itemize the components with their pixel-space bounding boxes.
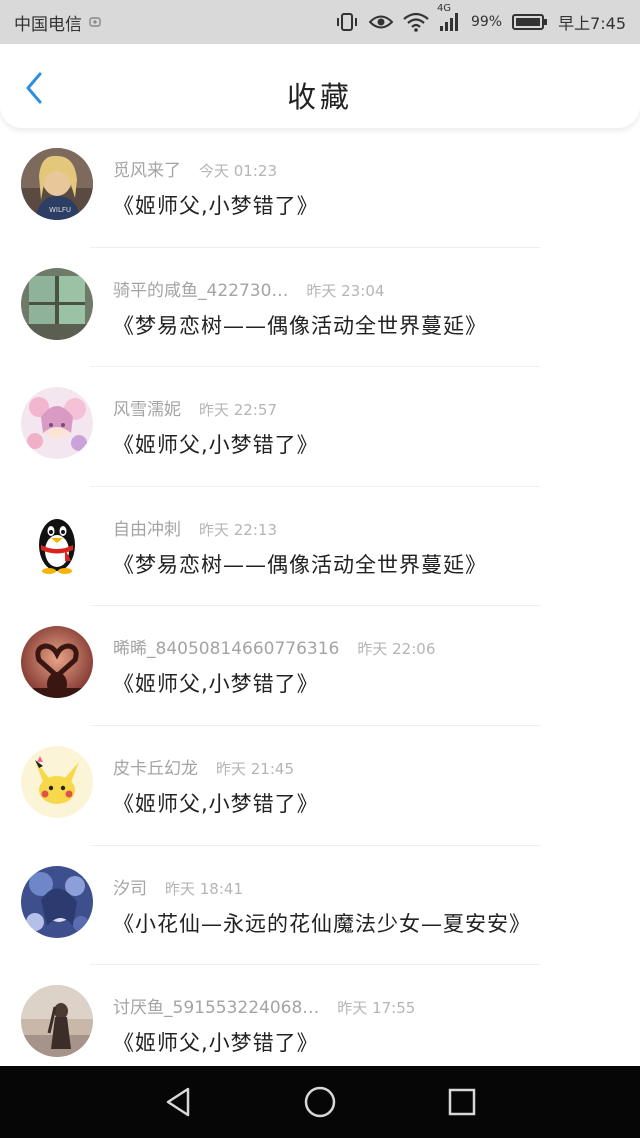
- item-meta: 骑平的咸鱼_422730… 昨天 23:04: [113, 276, 384, 301]
- notification-icon: [88, 15, 102, 29]
- timestamp: 昨天 21:45: [216, 759, 294, 778]
- favorite-title[interactable]: 《姬师父,小梦错了》: [113, 190, 319, 220]
- avatar[interactable]: [21, 745, 93, 818]
- timestamp: 昨天 23:04: [306, 281, 385, 300]
- list-item[interactable]: 皮卡丘幻龙 昨天 21:45 《姬师父,小梦错了》: [0, 726, 640, 846]
- list-item[interactable]: 骑平的咸鱼_422730… 昨天 23:04 《梦易恋树——偶像活动全世界蔓延》: [0, 248, 640, 368]
- nav-home-button[interactable]: [302, 1084, 338, 1120]
- timestamp: 今天 01:23: [199, 162, 277, 180]
- item-meta: 晞晞_84050814660776316 昨天 22:06: [113, 634, 435, 659]
- avatar-anime-blue-icon: [21, 865, 93, 938]
- list-item[interactable]: 晞晞_84050814660776316 昨天 22:06 《姬师父,小梦错了》: [0, 606, 640, 726]
- status-left: 中国电信: [14, 10, 102, 35]
- nav-back-button[interactable]: [160, 1084, 196, 1120]
- timestamp: 昨天 17:55: [337, 999, 416, 1018]
- timestamp: 昨天 22:57: [199, 401, 277, 420]
- author-name[interactable]: 自由冲刺: [113, 520, 181, 540]
- list-item[interactable]: WILFU 觅风来了 今天 01:23 《姬师父,小梦错了》: [0, 128, 640, 248]
- author-name[interactable]: 晞晞_84050814660776316: [113, 639, 339, 659]
- favorite-title[interactable]: 《姬师父,小梦错了》: [113, 788, 319, 818]
- author-name[interactable]: 风雪濡妮: [113, 400, 181, 420]
- item-meta: 自由冲刺 昨天 22:13: [113, 515, 277, 540]
- list-item[interactable]: 自由冲刺 昨天 22:13 《梦易恋树——偶像活动全世界蔓延》: [0, 487, 640, 607]
- page-title: 收藏: [286, 80, 353, 114]
- wifi-icon: [403, 12, 429, 32]
- avatar-heart-sunset-icon: [21, 626, 93, 699]
- list-item[interactable]: 风雪濡妮 昨天 22:57 《姬师父,小梦错了》: [0, 367, 640, 487]
- signal-icon: 4G: [437, 3, 461, 32]
- status-right: 4G 99% 早上7:45: [335, 3, 626, 34]
- list-item[interactable]: 讨厌鱼_591553224068… 昨天 17:55 《姬师父,小梦错了》: [0, 965, 640, 1066]
- avatar[interactable]: [21, 267, 93, 340]
- favorites-list[interactable]: WILFU 觅风来了 今天 01:23 《姬师父,小梦错了》 骑平的咸鱼_4227…: [0, 128, 640, 1066]
- eye-comfort-icon: [368, 13, 393, 31]
- item-meta: 觅风来了 今天 01:23: [113, 156, 277, 181]
- item-meta: 讨厌鱼_591553224068… 昨天 17:55: [113, 993, 415, 1018]
- network-type-label: 4G: [436, 3, 452, 14]
- battery-icon: [512, 13, 548, 31]
- author-name[interactable]: 骑平的咸鱼_422730…: [113, 281, 288, 301]
- item-meta: 汐司 昨天 18:41: [113, 874, 243, 899]
- svg-text:WILFU: WILFU: [49, 206, 71, 214]
- battery-percent: 99%: [470, 14, 503, 30]
- favorite-title[interactable]: 《姬师父,小梦错了》: [113, 668, 319, 698]
- avatar-room-photo-icon: [21, 267, 93, 340]
- avatar-girl-photo-icon: WILFU: [21, 148, 93, 220]
- item-meta: 皮卡丘幻龙 昨天 21:45: [113, 754, 294, 779]
- circle-home-icon: [304, 1086, 336, 1118]
- avatar[interactable]: [21, 626, 93, 699]
- triangle-back-icon: [166, 1087, 190, 1117]
- avatar[interactable]: WILFU: [21, 148, 93, 220]
- favorite-title[interactable]: 《姬师父,小梦错了》: [113, 1027, 319, 1057]
- avatar-anime-pink-icon: [21, 387, 93, 460]
- square-recents-icon: [448, 1088, 476, 1116]
- avatar[interactable]: [21, 506, 93, 579]
- clock: 早上7:45: [558, 14, 626, 33]
- timestamp: 昨天 18:41: [165, 879, 243, 898]
- author-name[interactable]: 皮卡丘幻龙: [113, 759, 198, 779]
- timestamp: 昨天 22:13: [199, 520, 277, 539]
- qq-penguin-icon: [21, 506, 93, 579]
- avatar[interactable]: [21, 985, 93, 1058]
- list-item[interactable]: 汐司 昨天 18:41 《小花仙—永远的花仙魔法少女—夏安安》: [0, 846, 640, 966]
- avatar-beach-girl-icon: [21, 985, 93, 1058]
- pikachu-icon: [21, 745, 93, 818]
- favorite-title[interactable]: 《姬师父,小梦错了》: [113, 429, 319, 459]
- status-bar: 中国电信 4G 99% 早上7:45: [0, 0, 640, 44]
- author-name[interactable]: 汐司: [113, 879, 147, 899]
- avatar[interactable]: [21, 387, 93, 460]
- author-name[interactable]: 讨厌鱼_591553224068…: [113, 998, 319, 1018]
- avatar[interactable]: [21, 865, 93, 938]
- nav-recents-button[interactable]: [444, 1084, 480, 1120]
- favorite-title[interactable]: 《梦易恋树——偶像活动全世界蔓延》: [113, 310, 487, 340]
- timestamp: 昨天 22:06: [357, 640, 436, 659]
- item-meta: 风雪濡妮 昨天 22:57: [113, 395, 277, 420]
- system-nav-bar: [0, 1066, 640, 1138]
- author-name[interactable]: 觅风来了: [113, 161, 181, 181]
- carrier-label: 中国电信: [14, 14, 82, 35]
- vibrate-icon: [335, 12, 359, 32]
- favorite-title[interactable]: 《小花仙—永远的花仙魔法少女—夏安安》: [113, 908, 531, 938]
- favorite-title[interactable]: 《梦易恋树——偶像活动全世界蔓延》: [113, 549, 487, 579]
- app-header: 收藏: [0, 44, 640, 128]
